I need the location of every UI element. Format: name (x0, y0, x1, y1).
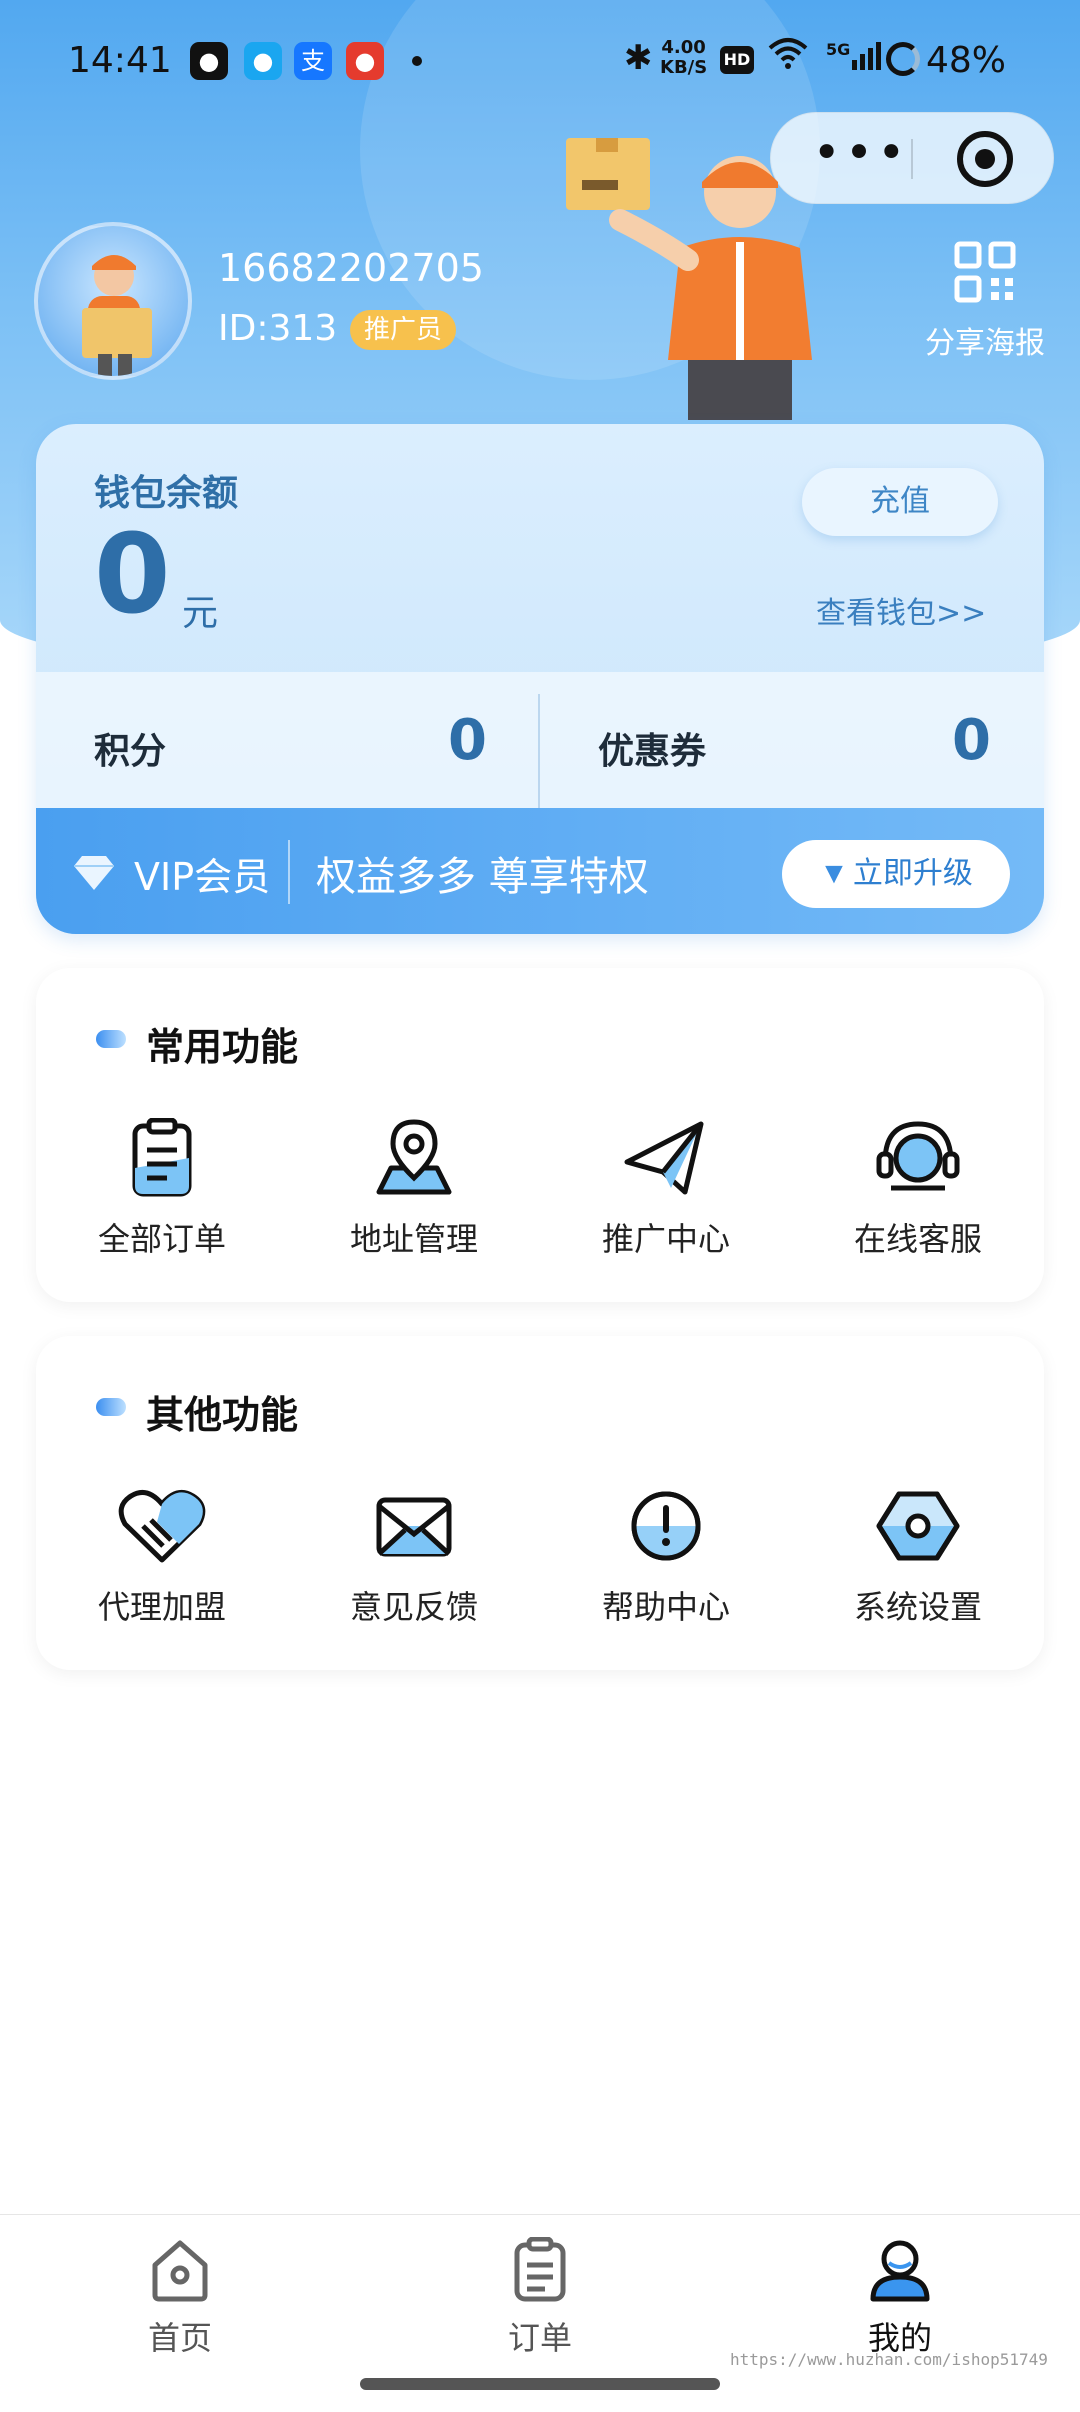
role-badge: 推广员 (350, 310, 457, 350)
other-functions-section: 其他功能 代理加盟 意见反馈 帮助中心 系统设置 (36, 1336, 1044, 1670)
upgrade-button[interactable]: ▼ 立即升级 (782, 840, 1010, 908)
signal-icon: 5G (826, 40, 882, 80)
wallet-unit: 元 (182, 593, 219, 634)
envelope-icon (369, 1486, 459, 1566)
recharge-button[interactable]: 充值 (802, 468, 998, 536)
agent-join-label: 代理加盟 (97, 1588, 226, 1626)
bluetooth-icon: ✱ (624, 38, 653, 78)
online-support-button[interactable]: 在线客服 (818, 1118, 1018, 1260)
address-management-button[interactable]: 地址管理 (314, 1118, 514, 1260)
points-value[interactable]: 0 (448, 708, 487, 773)
section-dot-icon (96, 1398, 126, 1416)
battery-percent: 48% (926, 40, 1007, 81)
address-management-label: 地址管理 (349, 1220, 478, 1258)
section-title: 其他功能 (146, 1393, 299, 1437)
tab-mine[interactable]: 我的 (800, 2237, 1000, 2359)
orders-icon (507, 2236, 573, 2303)
tab-home-label: 首页 (147, 2319, 212, 2357)
handshake-heart-icon (117, 1486, 207, 1566)
help-center-label: 帮助中心 (601, 1588, 730, 1626)
coupons-label[interactable]: 优惠券 (598, 722, 706, 774)
vip-slogan: 权益多多 尊享特权 (316, 854, 649, 900)
courier-illustration (560, 130, 860, 420)
alipay-icon: 支 (294, 42, 332, 80)
home-indicator[interactable] (360, 2378, 720, 2390)
tab-orders[interactable]: 订单 (440, 2236, 640, 2359)
agent-join-button[interactable]: 代理加盟 (62, 1486, 262, 1628)
promotion-center-button[interactable]: 推广中心 (566, 1118, 766, 1260)
share-poster-label: 分享海报 (925, 326, 1045, 361)
vip-label: VIP会员 (134, 855, 271, 899)
qq-icon: ● (244, 42, 282, 80)
vip-divider (288, 840, 290, 904)
status-time: 14:41 (68, 40, 172, 81)
tab-orders-label: 订单 (507, 2319, 572, 2357)
wallet-balance: 0 (94, 510, 171, 638)
all-orders-button[interactable]: 全部订单 (62, 1117, 262, 1260)
hd-icon: HD (720, 46, 754, 74)
vip-v-icon: ▼ (819, 857, 849, 890)
speed-unit: KB/S (660, 57, 708, 78)
stats-divider (538, 694, 540, 818)
location-pin-icon (369, 1118, 459, 1198)
section-dot-icon (96, 1030, 126, 1048)
coupons-value[interactable]: 0 (952, 708, 991, 773)
info-circle-icon (621, 1486, 711, 1566)
upgrade-label: 立即升级 (852, 857, 973, 890)
tab-home[interactable]: 首页 (80, 2237, 280, 2359)
paper-plane-icon (621, 1118, 711, 1198)
all-orders-label: 全部订单 (97, 1220, 226, 1258)
pinduoduo-icon: ● (346, 42, 384, 80)
status-bar: 14:41 ● ● 支 ● ✱ 4.00 KB/S HD 5G 48% (0, 0, 1080, 120)
user-id: ID:313 (218, 308, 338, 349)
speed-value: 4.00 (661, 37, 706, 58)
settings-button[interactable]: 系统设置 (818, 1486, 1018, 1628)
help-center-button[interactable]: 帮助中心 (566, 1486, 766, 1628)
feedback-button[interactable]: 意见反馈 (314, 1486, 514, 1628)
qr-code-icon (953, 240, 1017, 304)
promotion-center-label: 推广中心 (601, 1220, 730, 1258)
more-notifications-icon (412, 56, 422, 66)
feedback-label: 意见反馈 (349, 1588, 478, 1626)
close-target-icon[interactable] (957, 131, 1013, 187)
wifi-icon (768, 36, 808, 79)
capsule-divider (911, 139, 913, 179)
battery-icon (886, 42, 920, 76)
wechat-icon: ● (190, 42, 228, 80)
headset-icon (873, 1118, 963, 1198)
common-functions-section: 常用功能 全部订单 地址管理 推广中心 在线客服 (36, 968, 1044, 1302)
user-phone: 16682202705 (218, 246, 484, 290)
online-support-label: 在线客服 (853, 1220, 982, 1258)
view-wallet-link[interactable]: 查看钱包>> (816, 588, 986, 632)
watermark-url: https://www.huzhan.com/ishop51749 (730, 2350, 1048, 2369)
section-title: 常用功能 (146, 1025, 299, 1069)
wallet-title: 钱包余额 (94, 473, 239, 514)
home-icon (147, 2237, 213, 2303)
hex-nut-icon (873, 1486, 963, 1566)
network-type: 5G (826, 40, 851, 59)
settings-label: 系统设置 (853, 1588, 982, 1626)
points-label[interactable]: 积分 (94, 722, 166, 774)
user-icon (867, 2237, 933, 2303)
share-poster-button[interactable]: 分享海报 (910, 240, 1060, 362)
avatar[interactable] (34, 222, 192, 380)
diamond-icon (72, 852, 116, 892)
network-speed: 4.00 KB/S (660, 38, 707, 78)
vip-banner[interactable]: VIP会员 权益多多 尊享特权 ▼ 立即升级 (36, 808, 1044, 934)
clipboard-icon (117, 1117, 207, 1198)
